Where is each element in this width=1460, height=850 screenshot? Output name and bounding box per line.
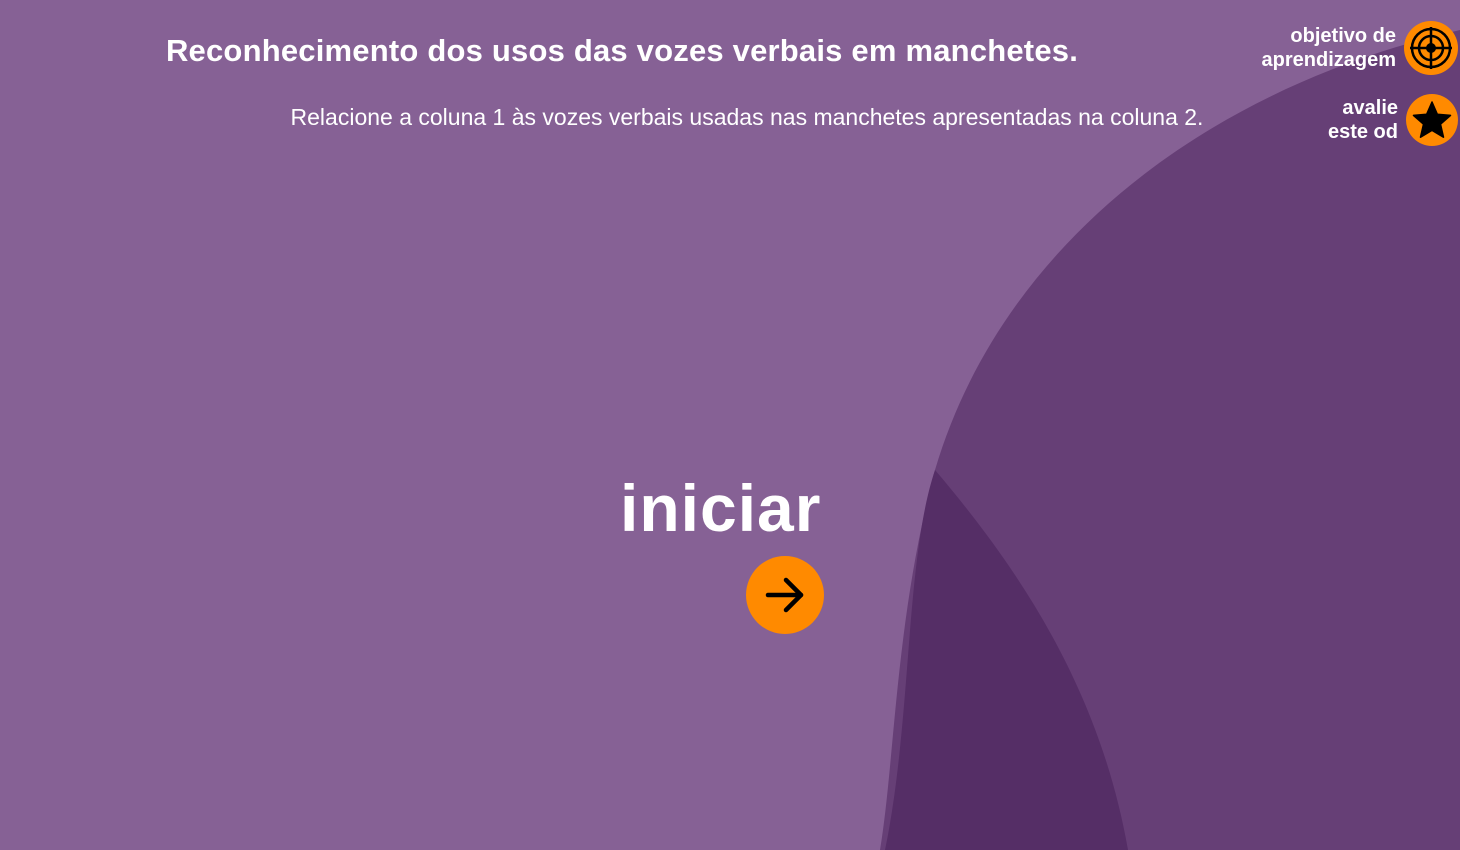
rate-this-label-line1: avalie [1342, 97, 1398, 119]
target-icon[interactable] [1404, 21, 1458, 75]
rate-this-label-line2: este od [1327, 121, 1398, 143]
learning-objective-label: objetivo de aprendizagem [1262, 24, 1396, 72]
start-button[interactable] [746, 556, 824, 634]
learning-objective-button[interactable]: objetivo de aprendizagem [1262, 21, 1458, 75]
start-label: iniciar [620, 471, 822, 545]
start-section: iniciar [600, 462, 850, 642]
arrow-right-icon [765, 577, 804, 613]
instructions-text: Relacione a coluna 1 às vozes verbais us… [290, 104, 1204, 130]
rate-this-label: avalie este od [1328, 96, 1398, 144]
star-icon[interactable] [1406, 94, 1458, 146]
learning-objective-label-line1: objetivo de [1290, 25, 1396, 47]
page-title: Reconhecimento dos usos das vozes verbai… [165, 33, 1079, 68]
rate-this-button[interactable]: avalie este od [1328, 94, 1458, 146]
learning-objective-label-line2: aprendizagem [1261, 49, 1396, 71]
